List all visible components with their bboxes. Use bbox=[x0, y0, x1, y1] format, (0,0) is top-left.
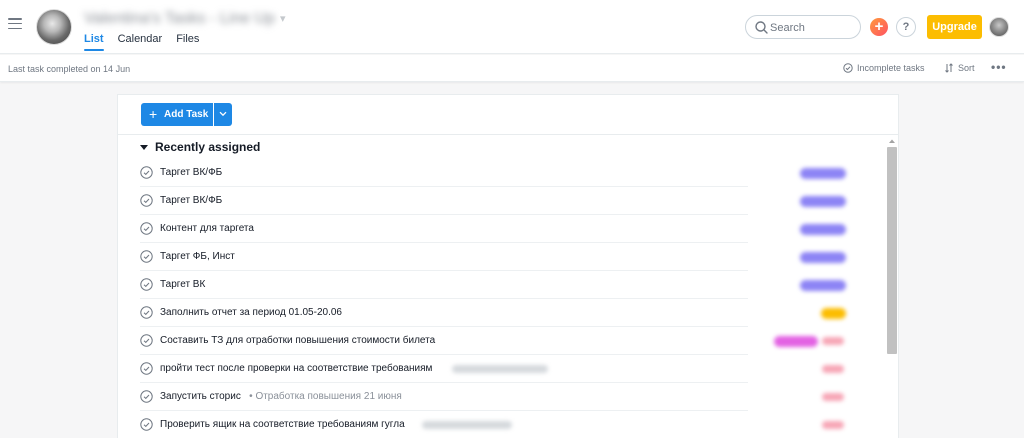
tag-badge[interactable] bbox=[800, 196, 846, 207]
task-row[interactable]: Проверить ящик на соответствие требовани… bbox=[140, 411, 880, 438]
task-row[interactable]: Таргет ВК/ФБ bbox=[140, 187, 880, 215]
check-circle-icon[interactable] bbox=[140, 362, 153, 375]
due-date[interactable] bbox=[822, 393, 844, 401]
due-date[interactable] bbox=[822, 337, 844, 345]
task-row[interactable]: Заполнить отчет за период 01.05-20.06 bbox=[140, 299, 880, 327]
check-circle-icon[interactable] bbox=[140, 222, 153, 235]
add-task-button[interactable]: + Add Task bbox=[141, 103, 213, 126]
more-options-icon[interactable]: ••• bbox=[991, 60, 1007, 74]
search-input[interactable] bbox=[770, 19, 856, 36]
task-row[interactable]: Таргет ВК/ФБ bbox=[140, 159, 880, 187]
chevron-down-icon[interactable]: ▾ bbox=[280, 12, 286, 25]
sort-icon bbox=[945, 63, 953, 73]
task-row[interactable]: Таргет ФБ, Инст bbox=[140, 243, 880, 271]
scrollbar-thumb[interactable] bbox=[887, 147, 897, 354]
tag-badge[interactable] bbox=[800, 252, 846, 263]
task-name[interactable]: Таргет ФБ, Инст bbox=[160, 251, 235, 262]
plus-icon: + bbox=[149, 106, 158, 122]
last-completed-text: Last task completed on 14 Jun bbox=[8, 64, 131, 74]
add-task-dropdown-button[interactable] bbox=[214, 103, 232, 126]
divider bbox=[118, 134, 898, 135]
task-name[interactable]: Таргет ВК/ФБ bbox=[160, 195, 222, 206]
hamburger-icon[interactable] bbox=[8, 18, 22, 29]
tag-badge[interactable] bbox=[800, 224, 846, 235]
sort-label: Sort bbox=[958, 63, 975, 73]
project-tabs: List Calendar Files bbox=[84, 33, 199, 51]
due-date[interactable] bbox=[822, 365, 844, 373]
task-name[interactable]: Заполнить отчет за период 01.05-20.06 bbox=[160, 307, 342, 318]
tab-calendar[interactable]: Calendar bbox=[118, 33, 163, 51]
check-circle-icon[interactable] bbox=[140, 250, 153, 263]
quick-add-button[interactable]: + bbox=[870, 18, 888, 36]
task-name[interactable]: Проверить ящик на соответствие требовани… bbox=[160, 419, 405, 430]
task-name[interactable]: Контент для таргета bbox=[160, 223, 254, 234]
check-circle-icon[interactable] bbox=[140, 418, 153, 431]
task-row[interactable]: Таргет ВК bbox=[140, 271, 880, 299]
project-tag[interactable] bbox=[452, 365, 548, 373]
task-name[interactable]: Составить ТЗ для отработки повышения сто… bbox=[160, 335, 435, 346]
check-circle-icon[interactable] bbox=[140, 194, 153, 207]
user-avatar[interactable] bbox=[989, 17, 1009, 37]
search-box[interactable] bbox=[745, 15, 861, 39]
incomplete-tasks-filter[interactable]: Incomplete tasks bbox=[843, 63, 925, 73]
task-subtask-link[interactable]: • Отработка повышения 21 июня bbox=[249, 391, 402, 402]
top-bar: Valentina's Tasks - Line Up ▾ List Calen… bbox=[0, 0, 1024, 54]
triangle-down-icon bbox=[140, 144, 148, 150]
check-circle-icon[interactable] bbox=[140, 390, 153, 403]
search-icon bbox=[755, 21, 768, 34]
task-list-card: + Add Task Recently assigned Таргет ВК/Ф… bbox=[117, 94, 899, 438]
tab-list[interactable]: List bbox=[84, 33, 104, 51]
project-avatar[interactable] bbox=[36, 9, 72, 45]
check-circle-icon[interactable] bbox=[140, 278, 153, 291]
incomplete-tasks-label: Incomplete tasks bbox=[857, 63, 925, 73]
check-circle-icon[interactable] bbox=[140, 166, 153, 179]
chevron-down-icon bbox=[219, 111, 227, 117]
project-subbar: Last task completed on 14 Jun Incomplete… bbox=[0, 55, 1024, 82]
task-name[interactable]: Запустить сторис • Отработка повышения 2… bbox=[160, 391, 402, 402]
tag-badge[interactable] bbox=[774, 336, 818, 347]
task-title[interactable]: Запустить сторис bbox=[160, 391, 241, 402]
task-row[interactable]: Запустить сторис • Отработка повышения 2… bbox=[140, 383, 880, 411]
task-name[interactable]: пройти тест после проверки на соответств… bbox=[160, 363, 432, 374]
section-title: Recently assigned bbox=[155, 140, 261, 154]
help-button[interactable]: ? bbox=[896, 17, 916, 37]
check-circle-icon[interactable] bbox=[140, 334, 153, 347]
task-row[interactable]: пройти тест после проверки на соответств… bbox=[140, 355, 880, 383]
add-task-label: Add Task bbox=[164, 109, 209, 120]
task-row[interactable]: Контент для таргета bbox=[140, 215, 880, 243]
scroll-up-arrow-icon[interactable] bbox=[887, 136, 897, 146]
tag-badge[interactable] bbox=[821, 308, 846, 319]
project-title[interactable]: Valentina's Tasks - Line Up bbox=[84, 10, 275, 28]
section-header-recently-assigned[interactable]: Recently assigned bbox=[140, 140, 260, 154]
check-circle-icon[interactable] bbox=[140, 306, 153, 319]
sort-button[interactable]: Sort bbox=[944, 63, 975, 73]
task-row[interactable]: Составить ТЗ для отработки повышения сто… bbox=[140, 327, 880, 355]
due-date[interactable] bbox=[822, 421, 844, 429]
upgrade-button[interactable]: Upgrade bbox=[927, 15, 982, 39]
task-name[interactable]: Таргет ВК/ФБ bbox=[160, 167, 222, 178]
task-name[interactable]: Таргет ВК bbox=[160, 279, 205, 290]
tab-files[interactable]: Files bbox=[176, 33, 199, 51]
tag-badge[interactable] bbox=[800, 280, 846, 291]
project-tag[interactable] bbox=[422, 421, 512, 429]
check-circle-icon bbox=[843, 63, 853, 73]
tag-badge[interactable] bbox=[800, 168, 846, 179]
